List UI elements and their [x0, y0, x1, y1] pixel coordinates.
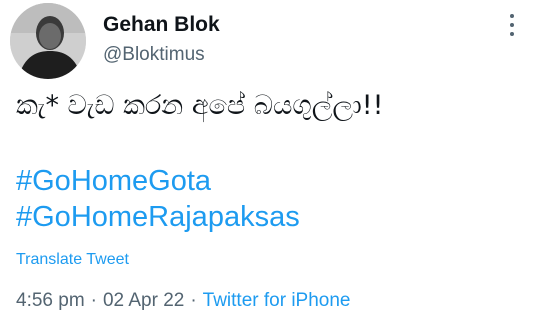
more-options-icon[interactable]	[502, 14, 522, 36]
meta-separator: ·	[190, 290, 197, 311]
tweet-time[interactable]: 4:56 pm	[16, 290, 85, 311]
tweet-text: කැ* වැඩ කරන අපේ බයගුල්ලා!!	[16, 90, 384, 121]
author-name[interactable]: Gehan Blok	[103, 13, 220, 37]
author-handle[interactable]: @Bloktimus	[103, 44, 205, 66]
tweet-meta: 4:56 pm · 02 Apr 22 · Twitter for iPhone	[16, 290, 351, 312]
tweet-date[interactable]: 02 Apr 22	[103, 290, 184, 311]
hashtag-link[interactable]: #GoHomeGota	[16, 165, 211, 198]
avatar[interactable]	[10, 3, 86, 79]
hashtag-link[interactable]: #GoHomeRajapaksas	[16, 201, 300, 234]
tweet-card: Gehan Blok @Bloktimus කැ* වැඩ කරන අපේ බය…	[0, 0, 540, 322]
meta-separator: ·	[90, 290, 97, 311]
tweet-source-link[interactable]: Twitter for iPhone	[203, 290, 351, 311]
user-avatar-photo-icon	[10, 3, 86, 79]
translate-tweet-link[interactable]: Translate Tweet	[16, 251, 129, 269]
